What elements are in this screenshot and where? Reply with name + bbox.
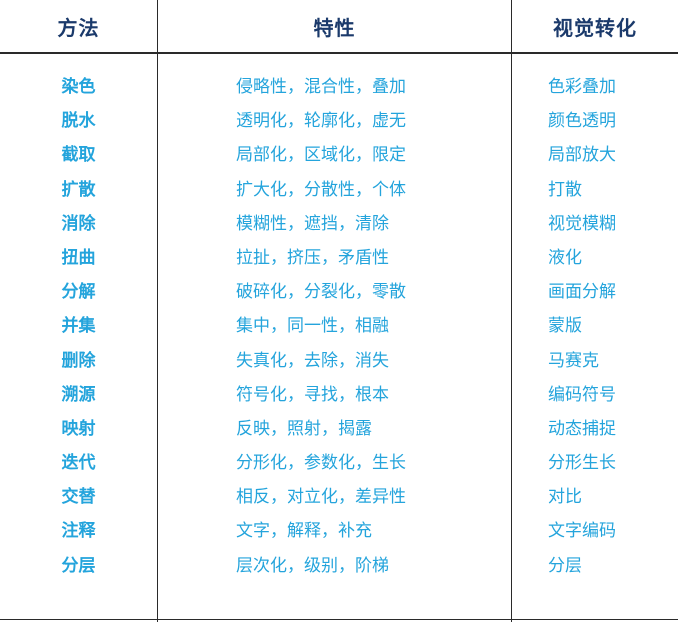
- visual-cell: 液化: [548, 247, 582, 268]
- method-cell: 并集: [61, 316, 96, 337]
- method-cell: 映射: [61, 418, 96, 439]
- header-visual: 视觉转化: [553, 15, 637, 40]
- visual-cell: 画面分解: [548, 282, 616, 303]
- visual-cell: 对比: [548, 487, 582, 508]
- visual-cell: 编码符号: [548, 384, 616, 405]
- method-cell: 分层: [61, 555, 96, 576]
- table-row: 迭代 分形化，参数化，生长 分形生长: [0, 446, 678, 480]
- method-cell: 溯源: [61, 384, 96, 405]
- header-properties: 特性: [313, 15, 356, 40]
- table-row: 脱水 透明化，轮廓化，虚无 颜色透明: [0, 104, 678, 138]
- visual-cell: 视觉模糊: [548, 213, 616, 234]
- properties-cell: 反映，照射，揭露: [236, 418, 372, 439]
- table-row: 交替 相反，对立化，差异性 对比: [0, 480, 678, 514]
- table-body: 染色 侵略性，混合性，叠加 色彩叠加 脱水 透明化，轮廓化，虚无 颜色透明 截取…: [0, 70, 678, 583]
- table-row: 溯源 符号化，寻找，根本 编码符号: [0, 378, 678, 412]
- visual-cell: 分形生长: [548, 453, 616, 474]
- table-row: 染色 侵略性，混合性，叠加 色彩叠加: [0, 70, 678, 104]
- visual-cell: 分层: [548, 555, 582, 576]
- method-cell: 染色: [61, 77, 96, 97]
- table-row: 分解 破碎化，分裂化，零散 画面分解: [0, 275, 678, 309]
- properties-cell: 层次化，级别，阶梯: [236, 555, 389, 576]
- properties-cell: 透明化，轮廓化，虚无: [236, 111, 406, 132]
- table-row: 分层 层次化，级别，阶梯 分层: [0, 549, 678, 583]
- header-divider: [0, 52, 678, 54]
- method-cell: 删除: [61, 350, 96, 371]
- properties-cell: 符号化，寻找，根本: [236, 384, 389, 405]
- table-row: 扩散 扩大化，分散性，个体 打散: [0, 173, 678, 207]
- header-method: 方法: [57, 15, 100, 40]
- properties-cell: 模糊性，遮挡，清除: [236, 213, 389, 234]
- method-table: 方法 特性 视觉转化 染色 侵略性，混合性，叠加 色彩叠加 脱水 透明化，轮廓化…: [0, 0, 678, 622]
- visual-cell: 颜色透明: [548, 111, 616, 132]
- table-row: 删除 失真化，去除，消失 马赛克: [0, 344, 678, 378]
- properties-cell: 扩大化，分散性，个体: [236, 179, 406, 200]
- visual-cell: 动态捕捉: [548, 418, 616, 439]
- table-row: 截取 局部化，区域化，限定 局部放大: [0, 138, 678, 172]
- method-cell: 脱水: [61, 111, 96, 132]
- properties-cell: 失真化，去除，消失: [236, 350, 389, 371]
- table-row: 并集 集中，同一性，相融 蒙版: [0, 309, 678, 343]
- properties-cell: 分形化，参数化，生长: [236, 453, 406, 474]
- properties-cell: 侵略性，混合性，叠加: [236, 77, 406, 97]
- properties-cell: 相反，对立化，差异性: [236, 487, 406, 508]
- bottom-border: [0, 619, 678, 620]
- properties-cell: 文字，解释，补充: [236, 521, 372, 542]
- visual-cell: 文字编码: [548, 521, 616, 542]
- method-cell: 扩散: [61, 179, 96, 200]
- properties-cell: 局部化，区域化，限定: [236, 145, 406, 166]
- visual-cell: 蒙版: [548, 316, 582, 337]
- table-row: 注释 文字，解释，补充 文字编码: [0, 514, 678, 548]
- visual-cell: 局部放大: [548, 145, 616, 166]
- table-row: 映射 反映，照射，揭露 动态捕捉: [0, 412, 678, 446]
- method-cell: 注释: [61, 521, 96, 542]
- visual-cell: 打散: [548, 179, 582, 200]
- method-cell: 交替: [61, 487, 96, 508]
- properties-cell: 集中，同一性，相融: [236, 316, 389, 337]
- method-cell: 迭代: [61, 453, 96, 474]
- method-cell: 消除: [61, 213, 96, 234]
- properties-cell: 拉扯，挤压，矛盾性: [236, 247, 389, 268]
- method-cell: 扭曲: [61, 247, 96, 268]
- visual-cell: 马赛克: [548, 350, 599, 371]
- properties-cell: 破碎化，分裂化，零散: [236, 282, 406, 303]
- method-cell: 分解: [61, 282, 96, 303]
- table-row: 消除 模糊性，遮挡，清除 视觉模糊: [0, 207, 678, 241]
- table-row: 扭曲 拉扯，挤压，矛盾性 液化: [0, 241, 678, 275]
- visual-cell: 色彩叠加: [548, 77, 616, 97]
- method-cell: 截取: [61, 145, 96, 166]
